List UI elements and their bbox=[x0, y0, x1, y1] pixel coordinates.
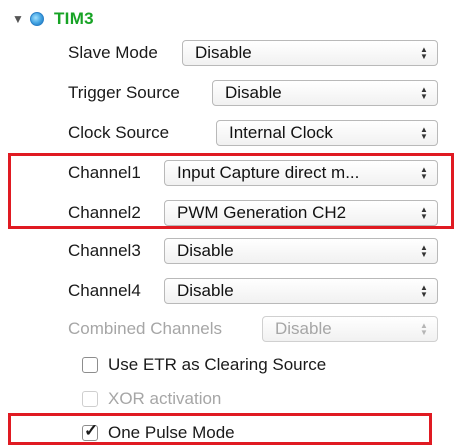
xor-activation-checkbox bbox=[82, 391, 98, 407]
channel4-select[interactable]: Disable ▲ ▼ bbox=[164, 278, 438, 304]
use-etr-checkbox[interactable] bbox=[82, 357, 98, 373]
channel3-select[interactable]: Disable ▲ ▼ bbox=[164, 238, 438, 264]
clock-source-row: Clock Source bbox=[68, 118, 169, 148]
one-pulse-highlight-box bbox=[8, 413, 432, 445]
channel4-label: Channel4 bbox=[68, 281, 141, 300]
combined-channels-label: Combined Channels bbox=[68, 319, 223, 338]
trigger-source-row: Trigger Source bbox=[68, 78, 180, 108]
channel3-value: Disable bbox=[177, 241, 234, 260]
up-down-stepper-icon: ▲ ▼ bbox=[420, 243, 428, 259]
tim3-tree-node[interactable]: ▼ TIM3 bbox=[12, 8, 94, 30]
up-down-stepper-icon: ▲ ▼ bbox=[420, 125, 428, 141]
up-down-stepper-icon: ▲ ▼ bbox=[420, 321, 428, 337]
tree-node-title: TIM3 bbox=[54, 9, 94, 28]
channel3-label: Channel3 bbox=[68, 241, 141, 260]
clock-source-select[interactable]: Internal Clock ▲ ▼ bbox=[216, 120, 438, 146]
combined-channels-row: Combined Channels bbox=[68, 314, 222, 344]
xor-activation-checkbox-row: XOR activation bbox=[82, 386, 221, 412]
clock-source-value: Internal Clock bbox=[229, 123, 333, 142]
up-down-stepper-icon: ▲ ▼ bbox=[420, 45, 428, 61]
trigger-source-label: Trigger Source bbox=[68, 83, 180, 102]
slave-mode-select[interactable]: Disable ▲ ▼ bbox=[182, 40, 438, 66]
slave-mode-value: Disable bbox=[195, 43, 252, 62]
up-down-stepper-icon: ▲ ▼ bbox=[420, 85, 428, 101]
slave-mode-row: Slave Mode bbox=[68, 38, 158, 68]
trigger-source-select[interactable]: Disable ▲ ▼ bbox=[212, 80, 438, 106]
channel4-value: Disable bbox=[177, 281, 234, 300]
channel3-row: Channel3 bbox=[68, 236, 141, 266]
chip-icon bbox=[30, 12, 44, 26]
trigger-source-value: Disable bbox=[225, 83, 282, 102]
up-down-stepper-icon: ▲ ▼ bbox=[420, 283, 428, 299]
channels-highlight-box bbox=[8, 153, 454, 229]
clock-source-label: Clock Source bbox=[68, 123, 170, 142]
use-etr-checkbox-row[interactable]: Use ETR as Clearing Source bbox=[82, 352, 326, 378]
combined-channels-select: Disable ▲ ▼ bbox=[262, 316, 438, 342]
triangle-down-icon[interactable]: ▼ bbox=[12, 12, 30, 26]
slave-mode-label: Slave Mode bbox=[68, 43, 158, 62]
use-etr-label: Use ETR as Clearing Source bbox=[108, 355, 327, 374]
combined-channels-value: Disable bbox=[275, 319, 332, 338]
xor-activation-label: XOR activation bbox=[108, 389, 222, 408]
channel4-row: Channel4 bbox=[68, 276, 141, 306]
